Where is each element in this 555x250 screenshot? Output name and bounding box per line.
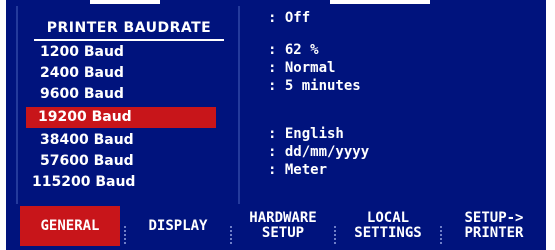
softkey-local-settings[interactable]: LOCAL SETTINGS (338, 206, 438, 246)
softkey-setup-line2: PRINTER (464, 225, 524, 241)
softkey-display[interactable]: DISPLAY (128, 206, 228, 246)
baud-option-57600[interactable]: 57600 Baud (28, 151, 236, 172)
baud-option-38400[interactable]: 38400 Baud (28, 130, 236, 151)
value-row-2: : 62 % (268, 42, 319, 58)
value-row-1: : Off (268, 10, 311, 26)
value-row-3: : Normal (268, 60, 336, 76)
clipped-row-fragment (90, 0, 160, 4)
value-row-4: : 5 minutes (268, 78, 361, 94)
clipped-row-fragment (330, 0, 430, 4)
value-row-6: : dd/mm/yyyy (268, 144, 370, 160)
baud-option-115200[interactable]: 115200 Baud (28, 172, 236, 193)
softkey-local-line1: LOCAL (366, 210, 410, 226)
baud-option-19200[interactable]: 19200 Baud (26, 107, 216, 128)
softkey-hardware-setup[interactable]: HARDWARE SETUP (234, 206, 332, 246)
value-row-7: : Meter (268, 162, 328, 178)
softkey-setup-printer[interactable]: SETUP-> PRINTER (444, 206, 544, 246)
dropdown-title: PRINTER BAUDRATE (34, 20, 224, 41)
softkey-hardware-line1: HARDWARE (249, 210, 317, 226)
baud-option-2400[interactable]: 2400 Baud (28, 63, 236, 84)
baud-option-1200[interactable]: 1200 Baud (28, 42, 236, 63)
baudrate-dropdown[interactable]: PRINTER BAUDRATE 1200 Baud 2400 Baud 960… (16, 6, 240, 204)
softkey-hardware-line2: SETUP (261, 225, 305, 241)
softkey-setup-line1: SETUP-> (464, 210, 524, 226)
softkey-display-label: DISPLAY (148, 217, 208, 234)
softkey-local-line2: SETTINGS (354, 225, 422, 241)
softkey-general[interactable]: GENERAL (20, 206, 120, 246)
baud-option-9600[interactable]: 9600 Baud (28, 84, 236, 105)
value-row-5: : English (268, 126, 344, 142)
softkey-general-label: GENERAL (40, 217, 100, 234)
instrument-screen: : Off : 62 % : Normal : 5 minutes : Engl… (0, 0, 555, 250)
